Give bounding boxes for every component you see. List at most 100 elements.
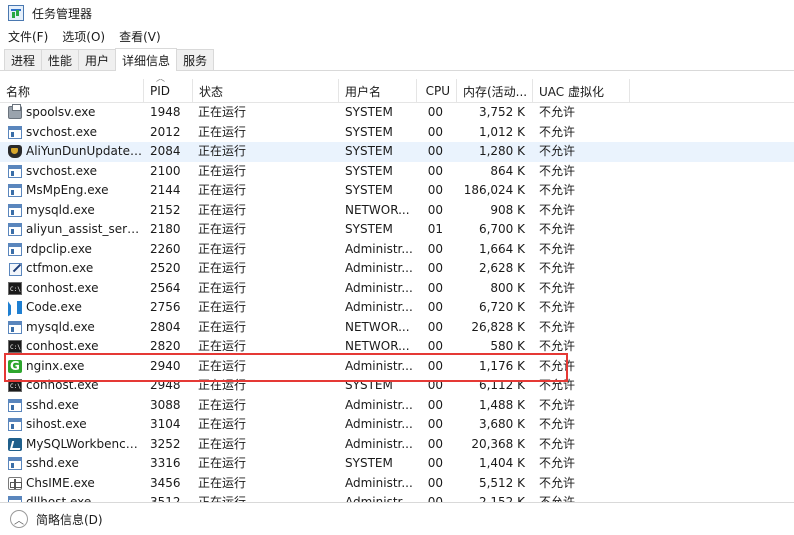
process-memory: 20,368 K <box>471 436 525 451</box>
column-header-name[interactable]: 名称 <box>0 79 144 103</box>
process-cpu: 00 <box>427 319 443 334</box>
column-header-memory[interactable]: 内存(活动... <box>457 79 533 103</box>
process-uac: 不允许 <box>539 124 576 139</box>
process-name-cell: svchost.exe <box>8 123 143 143</box>
table-row[interactable]: aliyun_assist_servic... 2180 正在运行 SYSTEM 01 6… <box>0 220 794 240</box>
table-row[interactable]: conhost.exe 2948 正在运行 SYSTEM 00 6,112 K 不允许 <box>0 376 794 396</box>
table-row[interactable]: sshd.exe 3316 正在运行 SYSTEM 00 1,404 K 不允许 <box>0 454 794 474</box>
table-row[interactable]: sihost.exe 3104 正在运行 Administr... 00 3,680 K 不… <box>0 415 794 435</box>
process-name-cell: aliyun_assist_servic... <box>8 220 143 240</box>
vscode-icon <box>8 301 22 315</box>
process-name-cell: AliYunDunUpdate.... <box>8 142 143 162</box>
process-name-cell: conhost.exe <box>8 337 143 357</box>
process-cpu: 00 <box>427 163 443 178</box>
table-row[interactable]: ChsIME.exe 3456 正在运行 Administr... 00 5,512 K 不… <box>0 474 794 494</box>
process-status: 正在运行 <box>198 456 247 470</box>
table-row[interactable]: nginx.exe 2940 正在运行 Administr... 00 1,176 K 不允… <box>0 357 794 376</box>
process-cpu: 00 <box>427 378 443 392</box>
menu-file[interactable]: 文件(F) <box>8 28 48 45</box>
process-cpu: 00 <box>427 280 443 295</box>
column-header-uac[interactable]: UAC 虚拟化 <box>533 79 630 103</box>
process-name-cell: sshd.exe <box>8 396 143 416</box>
process-rows: spoolsv.exe 1948 正在运行 SYSTEM 00 3,752 K 不允许 svc… <box>0 103 794 502</box>
table-row[interactable]: AliYunDunUpdate.... 2084 正在运行 SYSTEM 00 1,280… <box>0 142 794 162</box>
table-row[interactable]: mysqld.exe 2804 正在运行 NETWOR... 00 26,828 K 不允许 <box>0 318 794 338</box>
tab-processes[interactable]: 进程 <box>4 49 43 70</box>
process-uac: 不允许 <box>539 105 576 119</box>
process-user: SYSTEM <box>345 378 393 392</box>
process-memory: 1,404 K <box>478 456 525 470</box>
process-memory: 908 K <box>490 202 525 217</box>
column-header-status[interactable]: 状态 <box>193 79 339 103</box>
process-user: SYSTEM <box>345 144 393 158</box>
process-pid: 2756 <box>150 300 181 314</box>
table-row[interactable]: MySQLWorkbench.... 3252 正在运行 Administr... 00… <box>0 435 794 455</box>
process-pid: 2144 <box>150 183 181 197</box>
process-name-cell: svchost.exe <box>8 162 143 182</box>
process-status: 正在运行 <box>198 163 247 178</box>
process-status: 正在运行 <box>198 378 247 392</box>
tab-bar: 进程 性能 用户 详细信息 服务 <box>0 48 794 71</box>
process-pid: 2100 <box>150 163 181 178</box>
process-status: 正在运行 <box>198 124 247 139</box>
process-pid: 1948 <box>150 105 181 119</box>
tab-services[interactable]: 服务 <box>176 49 215 70</box>
table-row[interactable]: mysqld.exe 2152 正在运行 NETWOR... 00 908 K 不允许 <box>0 201 794 221</box>
process-cpu: 00 <box>427 105 443 119</box>
process-memory: 6,112 K <box>478 378 525 392</box>
process-name: dllhost.exe <box>26 495 92 502</box>
table-row[interactable]: spoolsv.exe 1948 正在运行 SYSTEM 00 3,752 K 不允许 <box>0 103 794 123</box>
menu-view[interactable]: 查看(V) <box>119 28 161 45</box>
process-name: ChsIME.exe <box>26 475 95 490</box>
menu-bar: 文件(F) 选项(O) 查看(V) <box>0 26 794 46</box>
process-status: 正在运行 <box>198 144 247 158</box>
table-row[interactable]: conhost.exe 2820 正在运行 NETWOR... 00 580 K 不允许 <box>0 337 794 357</box>
process-name-cell: sshd.exe <box>8 454 143 474</box>
column-header-cpu[interactable]: CPU <box>417 79 457 103</box>
process-user: SYSTEM <box>345 163 393 178</box>
process-user: SYSTEM <box>345 124 393 139</box>
table-row[interactable]: conhost.exe 2564 正在运行 Administr... 00 800 K 不允… <box>0 279 794 298</box>
process-status: 正在运行 <box>198 280 247 295</box>
table-row[interactable]: Code.exe 2756 正在运行 Administr... 00 6,720 K 不允许 <box>0 298 794 318</box>
process-user: Administr... <box>345 358 413 373</box>
process-status: 正在运行 <box>198 495 247 502</box>
process-memory: 6,700 K <box>478 222 525 236</box>
menu-options[interactable]: 选项(O) <box>62 28 105 45</box>
process-user: Administr... <box>345 241 413 256</box>
process-memory: 6,720 K <box>478 300 525 314</box>
table-row[interactable]: sshd.exe 3088 正在运行 Administr... 00 1,488 K 不允许 <box>0 396 794 416</box>
process-cpu: 00 <box>427 397 443 412</box>
window-icon <box>8 457 22 471</box>
process-cpu: 00 <box>427 202 443 217</box>
column-uac-label: UAC 虚拟化 <box>539 84 604 99</box>
window-icon <box>8 223 22 237</box>
tab-users[interactable]: 用户 <box>78 49 117 70</box>
process-details-table: 名称 ︿ PID 状态 用户名 CPU 内存(活动... UAC 虚拟化 spo… <box>0 79 794 502</box>
table-row[interactable]: MsMpEng.exe 2144 正在运行 SYSTEM 00 186,024 K 不允许 <box>0 181 794 201</box>
window-icon <box>8 320 22 334</box>
process-user: SYSTEM <box>345 183 393 197</box>
table-row[interactable]: svchost.exe 2012 正在运行 SYSTEM 00 1,012 K 不允许 <box>0 123 794 143</box>
process-memory: 2,152 K <box>478 495 525 502</box>
process-pid: 3252 <box>150 436 181 451</box>
process-status: 正在运行 <box>198 397 247 412</box>
tab-details[interactable]: 详细信息 <box>115 48 178 71</box>
process-cpu: 00 <box>427 495 443 502</box>
chevron-up-icon[interactable]: ︿ <box>10 510 28 528</box>
process-name: svchost.exe <box>26 163 97 178</box>
process-name-cell: spoolsv.exe <box>8 103 143 123</box>
tab-performance[interactable]: 性能 <box>41 49 80 70</box>
column-header-pid[interactable]: ︿ PID <box>144 79 193 103</box>
process-memory: 2,628 K <box>478 261 525 275</box>
column-header-user[interactable]: 用户名 <box>339 79 417 103</box>
process-status: 正在运行 <box>198 183 247 197</box>
process-user: NETWOR... <box>345 339 410 353</box>
table-row[interactable]: dllhost.exe 3512 正在运行 Administr... 00 2,152 K… <box>0 493 794 502</box>
table-row[interactable]: svchost.exe 2100 正在运行 SYSTEM 00 864 K 不允许 <box>0 162 794 182</box>
process-status: 正在运行 <box>198 319 247 334</box>
fewer-details-link[interactable]: 简略信息(D) <box>36 511 103 528</box>
process-user: SYSTEM <box>345 105 393 119</box>
table-row[interactable]: ctfmon.exe 2520 正在运行 Administr... 00 2,628 K 不… <box>0 259 794 279</box>
table-row[interactable]: rdpclip.exe 2260 正在运行 Administr... 00 1,664 K… <box>0 240 794 260</box>
